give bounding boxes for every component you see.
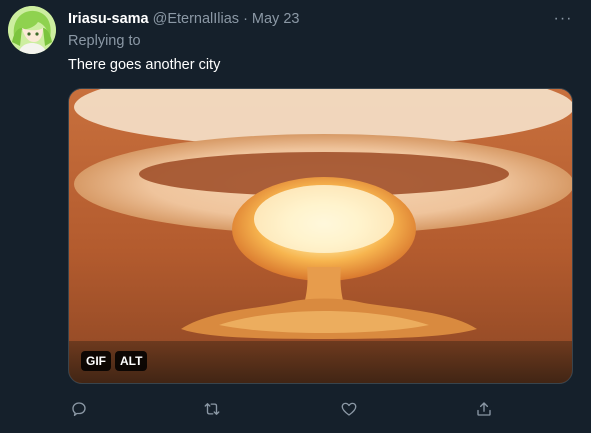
share-button[interactable] (473, 398, 495, 420)
like-button[interactable] (338, 398, 360, 420)
tweet-actions (68, 398, 508, 422)
gif-badge: GIF (81, 351, 111, 371)
tweet-text: There goes another city (68, 57, 221, 73)
retweet-button[interactable] (201, 398, 223, 420)
reply-icon (72, 402, 86, 417)
media-badges: GIF ALT (81, 351, 148, 371)
avatar-image (8, 6, 56, 54)
replying-to-label: Replying to (68, 33, 141, 49)
more-options-icon[interactable]: ··· (553, 9, 573, 29)
mushroom-cloud-explosion (69, 89, 572, 383)
display-name[interactable]: Iriasu-sama (68, 11, 149, 27)
separator-dot: · (243, 11, 248, 27)
avatar[interactable] (8, 6, 56, 54)
tweet: Iriasu-sama @EternalIlias · May 23 ··· R… (0, 0, 591, 433)
reply-button[interactable] (68, 398, 90, 420)
alt-text-badge[interactable]: ALT (115, 351, 148, 371)
retweet-icon (204, 403, 220, 415)
like-icon (341, 402, 357, 416)
tweet-header: Iriasu-sama @EternalIlias · May 23 (68, 10, 299, 28)
tweet-media-gif[interactable]: GIF ALT (68, 88, 573, 384)
tweet-date[interactable]: May 23 (252, 11, 300, 27)
share-icon (477, 402, 491, 416)
user-handle[interactable]: @EternalIlias (153, 11, 239, 27)
